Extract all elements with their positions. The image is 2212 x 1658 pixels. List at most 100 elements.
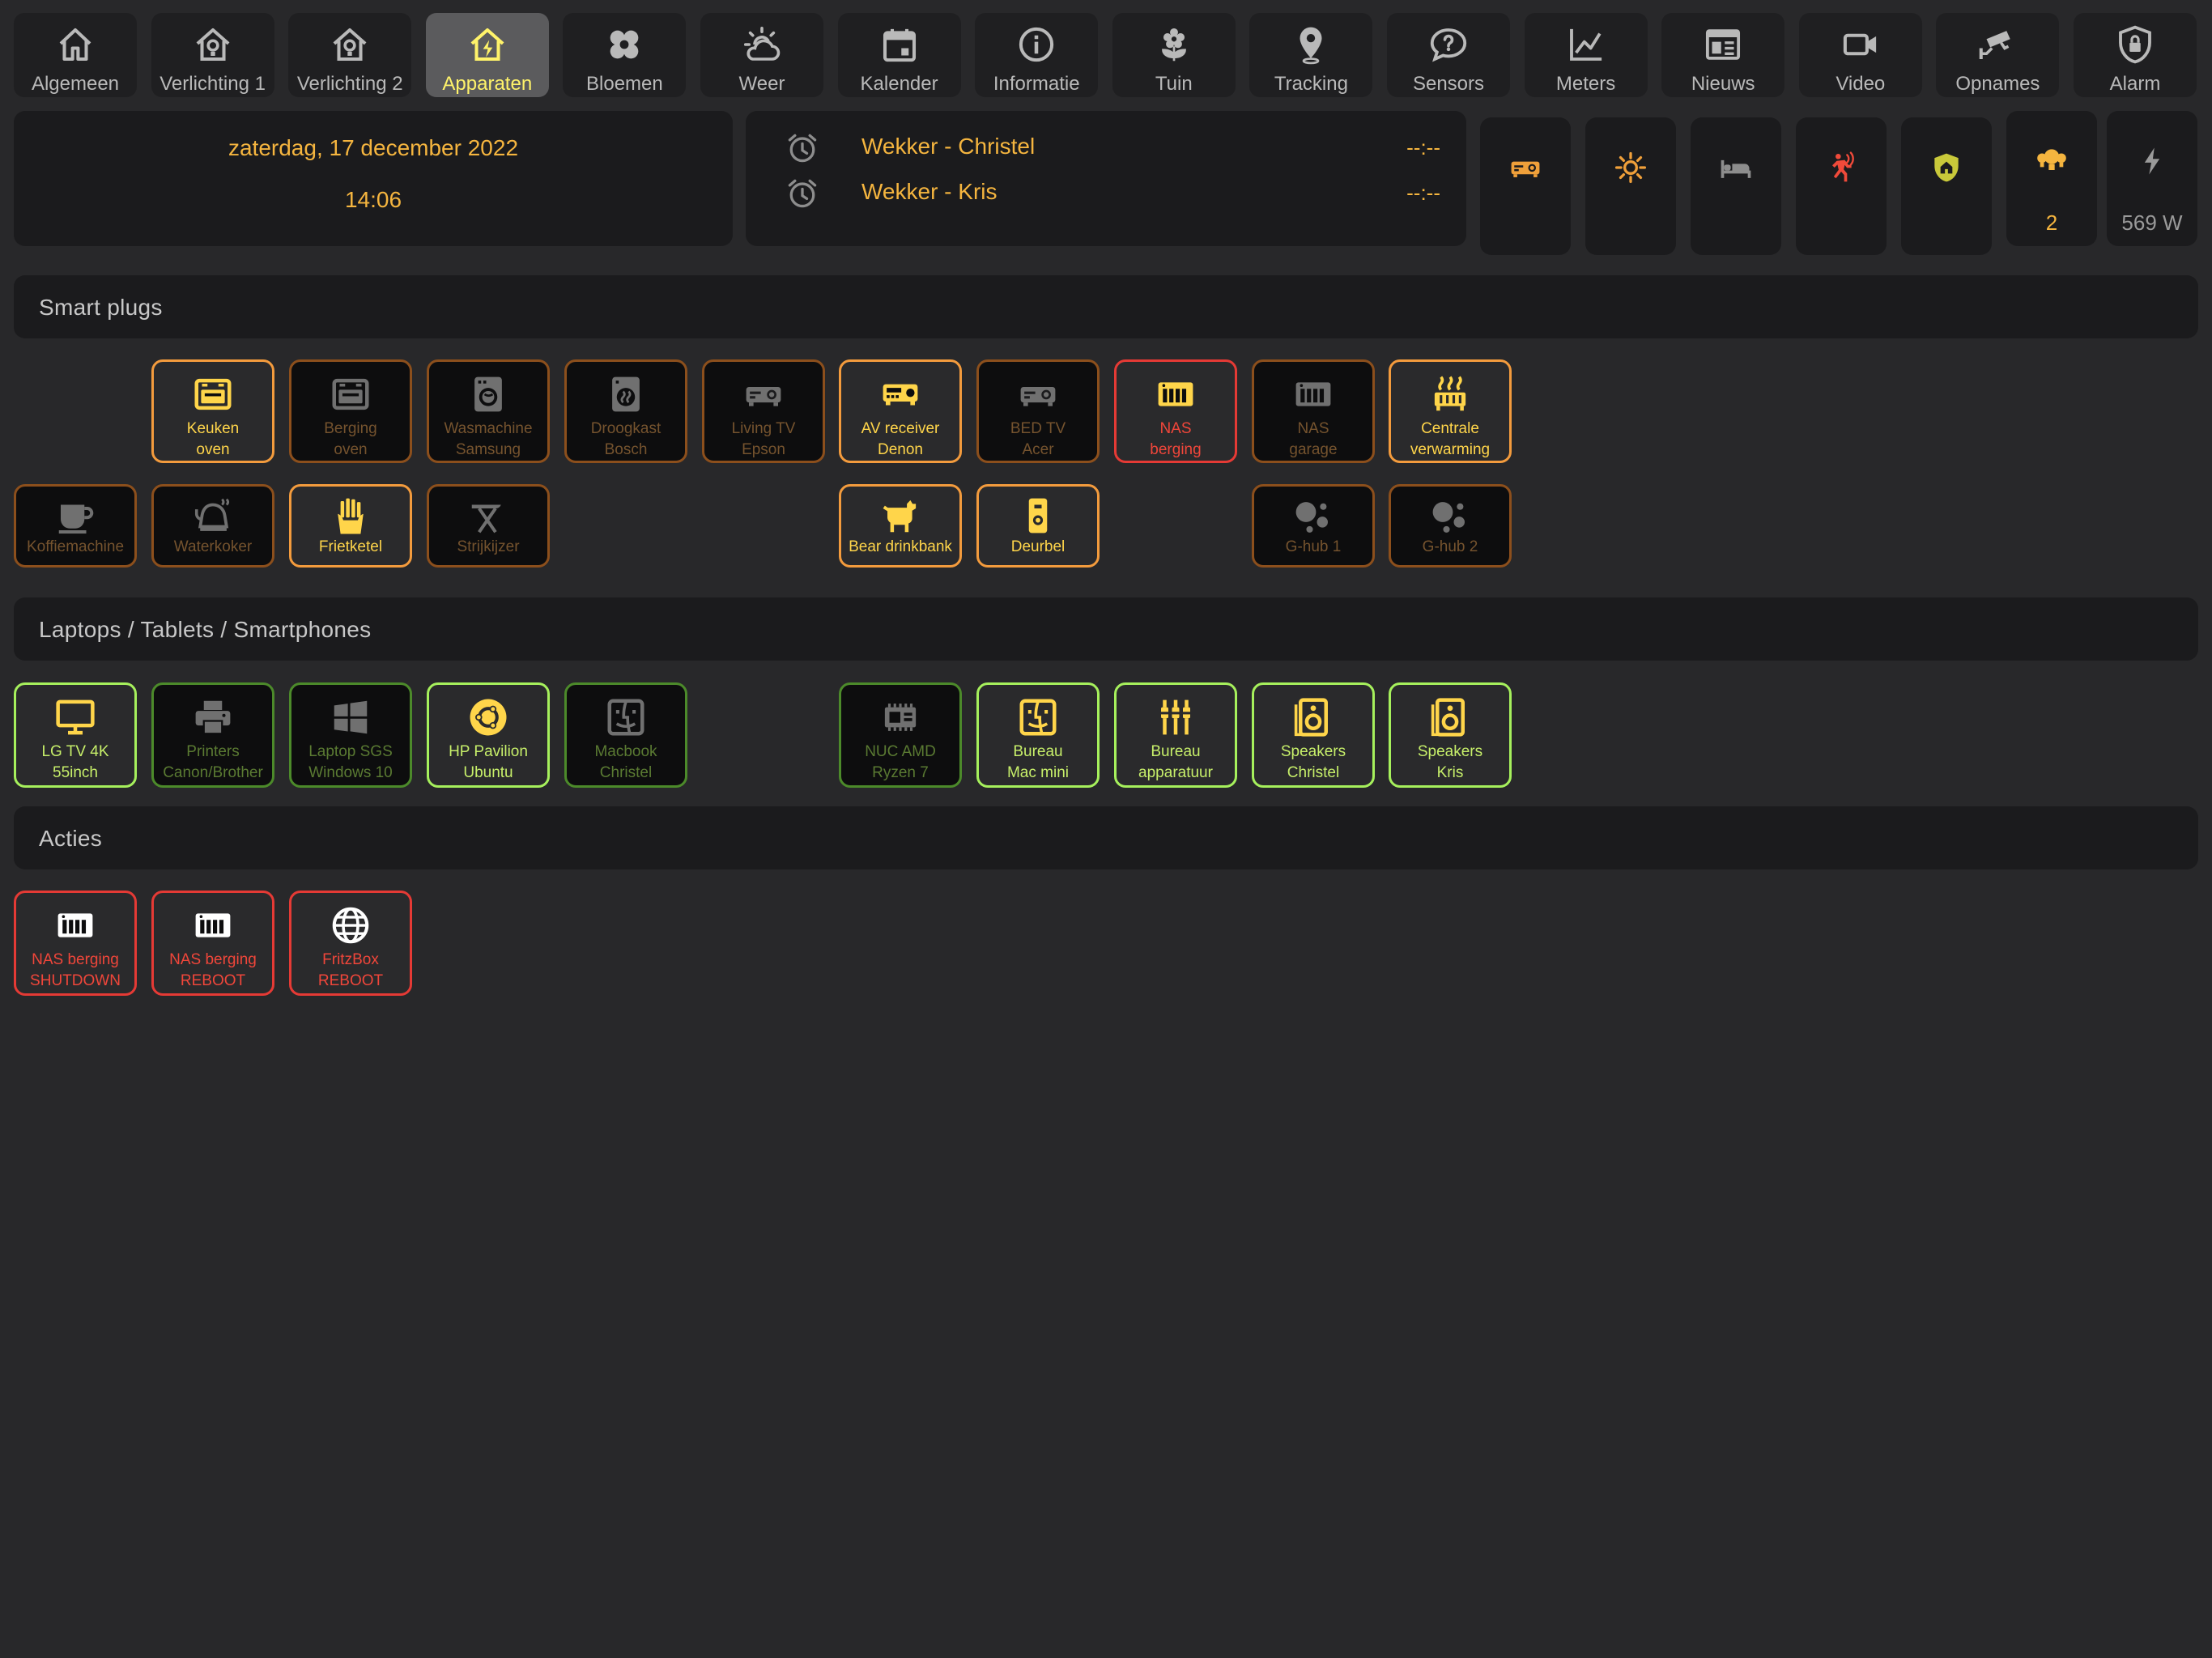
nav-tab-opnames[interactable]: Opnames xyxy=(1936,13,2060,97)
device-macbook-christel[interactable]: Macbook Christel xyxy=(564,682,687,788)
nav-tab-nieuws[interactable]: Nieuws xyxy=(1661,13,1785,97)
nav-tab-alarm[interactable]: Alarm xyxy=(2074,13,2197,97)
tile-label-line1: Speakers xyxy=(1280,743,1346,760)
plug-g-hub-2[interactable]: G-hub 2 xyxy=(1389,484,1512,568)
status-value: 2 xyxy=(2045,210,2058,235)
nav-tab-weer[interactable]: Weer xyxy=(700,13,823,97)
plug-g-hub-1[interactable]: G-hub 1 xyxy=(1252,484,1375,568)
tile-label-line1: LG TV 4K xyxy=(41,743,109,760)
action-fritzbox-reboot[interactable]: FritzBox REBOOT xyxy=(289,891,412,996)
plug-living-tv-epson[interactable]: Living TV Epson xyxy=(702,359,825,463)
tile-label-line2: Kris xyxy=(1436,764,1464,781)
nav-tab-bloemen[interactable]: Bloemen xyxy=(563,13,687,97)
alarm-time: --:-- xyxy=(1406,181,1440,205)
tile-label-line1: NAS xyxy=(1159,420,1192,437)
nav-tab-label: Bloemen xyxy=(586,73,663,95)
plug-strijkijzer[interactable]: Strijkijzer xyxy=(427,484,550,568)
device-laptop-sgs-windows-10[interactable]: Laptop SGS Windows 10 xyxy=(289,682,412,788)
action-nas-berging-reboot[interactable]: NAS berging REBOOT xyxy=(151,891,274,996)
projector-icon xyxy=(742,370,785,419)
plug-av-receiver-denon[interactable]: AV receiver Denon xyxy=(839,359,962,463)
tile-label-line2: Christel xyxy=(1287,764,1340,781)
device-speakers-kris[interactable]: Speakers Kris xyxy=(1389,682,1512,788)
nav-tab-label: Weer xyxy=(738,73,785,95)
tile-label-line2: 55inch xyxy=(53,764,98,781)
plug-bed-tv-acer[interactable]: BED TV Acer xyxy=(976,359,1100,463)
tile-label-line1: HP Pavilion xyxy=(449,743,528,760)
windows-icon xyxy=(329,693,372,742)
nav-tab-tuin[interactable]: Tuin xyxy=(1112,13,1236,97)
status-tile-motion-sensor[interactable] xyxy=(1796,117,1887,255)
nav-tab-label: Sensors xyxy=(1412,73,1485,95)
map-marker-icon xyxy=(1289,21,1333,68)
plug-koffiemachine[interactable]: Koffiemachine xyxy=(14,484,137,568)
tile-label-line1: Deurbel xyxy=(1010,538,1066,555)
plug-bear-drinkbank[interactable]: Bear drinkbank xyxy=(839,484,962,568)
nav-tab-kalender[interactable]: Kalender xyxy=(837,13,961,97)
nav-tab-meters[interactable]: Meters xyxy=(1524,13,1648,97)
device-speakers-christel[interactable]: Speakers Christel xyxy=(1252,682,1375,788)
home-bulb-icon xyxy=(328,21,372,68)
brightness-icon xyxy=(1585,150,1676,185)
status-tile-lightbulb-group[interactable]: 2 xyxy=(2006,111,2097,246)
device-hp-pavilion-ubuntu[interactable]: HP Pavilion Ubuntu xyxy=(427,682,550,788)
projector-icon xyxy=(1480,150,1571,185)
nav-tab-label: Tuin xyxy=(1155,73,1193,95)
action-nas-berging-shutdown[interactable]: NAS berging SHUTDOWN xyxy=(14,891,137,996)
tile-label-line1: Laptop SGS xyxy=(308,743,393,760)
nav-tab-informatie[interactable]: Informatie xyxy=(975,13,1099,97)
plug-keuken-oven[interactable]: Keuken oven xyxy=(151,359,274,463)
tile-label-line2: oven xyxy=(196,441,230,458)
plug-centrale-verwarming[interactable]: Centrale verwarming xyxy=(1389,359,1512,463)
finder-icon xyxy=(1016,693,1060,742)
plug-nas-berging[interactable]: NAS berging xyxy=(1114,359,1237,463)
alarm-name: Wekker - Christel xyxy=(861,134,1036,159)
plug-deurbel[interactable]: Deurbel xyxy=(976,484,1100,568)
plug-berging-oven[interactable]: Berging oven xyxy=(289,359,412,463)
nav-tab-label: Algemeen xyxy=(31,73,120,95)
device-nuc-amd-ryzen-7[interactable]: NUC AMD Ryzen 7 xyxy=(839,682,962,788)
shield-home-icon xyxy=(1901,150,1992,185)
alarm-row-kris[interactable]: Wekker - Kris --:-- xyxy=(746,172,1466,213)
status-tile-projector[interactable] xyxy=(1480,117,1571,255)
audio-input-rca-icon xyxy=(1154,693,1197,742)
section-title: Acties xyxy=(39,826,103,851)
tile-label-line1: NAS xyxy=(1297,420,1329,437)
device-bureau-mac-mini[interactable]: Bureau Mac mini xyxy=(976,682,1100,788)
plug-wasmachine-samsung[interactable]: Wasmachine Samsung xyxy=(427,359,550,463)
ubuntu-icon xyxy=(466,693,510,742)
tile-label-line2: berging xyxy=(1150,441,1202,458)
tile-label-line1: FritzBox xyxy=(322,951,379,968)
plug-waterkoker[interactable]: Waterkoker xyxy=(151,484,274,568)
nav-tab-apparaten[interactable]: Apparaten xyxy=(425,13,549,97)
newspaper-icon xyxy=(1701,21,1745,68)
tile-label-line1: Bureau xyxy=(1151,743,1201,760)
nav-tab-algemeen[interactable]: Algemeen xyxy=(14,13,137,97)
tile-label-line1: Keuken xyxy=(186,420,240,437)
motion-sensor-icon xyxy=(1796,150,1887,185)
nas-icon xyxy=(53,901,97,950)
status-tile-lightning-bolt[interactable]: 569 W xyxy=(2107,111,2197,246)
nav-tab-verlichting-1[interactable]: Verlichting 1 xyxy=(151,13,274,97)
calendar-icon xyxy=(878,21,921,68)
plug-frietketel[interactable]: Frietketel xyxy=(289,484,412,568)
plug-droogkast-bosch[interactable]: Droogkast Bosch xyxy=(564,359,687,463)
status-tile-bed[interactable] xyxy=(1691,117,1781,255)
nav-tab-label: Alarm xyxy=(2109,73,2161,95)
device-bureau-apparatuur[interactable]: Bureau apparatuur xyxy=(1114,682,1237,788)
nav-tab-verlichting-2[interactable]: Verlichting 2 xyxy=(288,13,412,97)
chat-question-icon xyxy=(1427,21,1470,68)
status-tile-brightness[interactable] xyxy=(1585,117,1676,255)
nav-tab-video[interactable]: Video xyxy=(1798,13,1922,97)
plug-nas-garage[interactable]: NAS garage xyxy=(1252,359,1375,463)
bed-icon xyxy=(1691,150,1781,185)
status-tile-shield-home[interactable] xyxy=(1901,117,1992,255)
web-icon xyxy=(329,901,372,950)
alarm-row-christel[interactable]: Wekker - Christel --:-- xyxy=(746,127,1466,168)
nav-tab-tracking[interactable]: Tracking xyxy=(1249,13,1373,97)
device-lg-tv-4k-55inch[interactable]: LG TV 4K 55inch xyxy=(14,682,137,788)
video-camera-icon xyxy=(1839,21,1882,68)
top-navigation: Algemeen Verlichting 1 Verlichting 2 Appara… xyxy=(14,13,2198,97)
device-printers-canon-brother[interactable]: Printers Canon/Brother xyxy=(151,682,274,788)
nav-tab-sensors[interactable]: Sensors xyxy=(1387,13,1510,97)
